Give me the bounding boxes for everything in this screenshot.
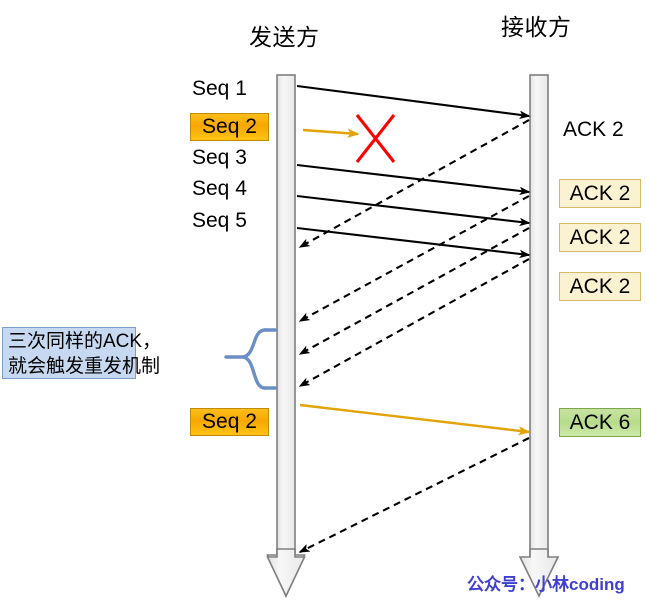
fast-retransmit-callout: 三次同样的ACK， 就会触发重发机制 xyxy=(2,327,162,379)
duplicate-ack-brace xyxy=(224,328,277,390)
arrow-seq4 xyxy=(296,194,531,227)
watermark-text: 公众号：小林coding xyxy=(467,575,625,594)
label-seq-2-retransmit[interactable]: Seq 2 xyxy=(190,408,269,436)
label-seq-5: Seq 5 xyxy=(192,209,247,232)
callout-line-1: 三次同样的ACK， xyxy=(8,331,162,352)
packet-lost-x-icon xyxy=(355,114,396,163)
label-seq-4: Seq 4 xyxy=(192,177,247,200)
sender-title: 发送方 xyxy=(249,24,320,50)
diagram-canvas: 发送方 接收方 Seq 1 Seq 2 Seq 3 Seq 4 Seq 5 Se… xyxy=(0,0,647,602)
arrow-ack6 xyxy=(298,437,530,553)
arrow-seq3 xyxy=(296,163,531,196)
arrow-seq5 xyxy=(296,226,531,259)
arrow-ack2-d xyxy=(298,258,530,387)
sender-lifeline xyxy=(266,74,306,598)
label-ack-6[interactable]: ACK 6 xyxy=(559,408,641,437)
diagram-vector-layer xyxy=(224,74,560,598)
receiver-lifeline xyxy=(518,74,560,598)
arrow-ack2-c xyxy=(298,227,530,355)
arrow-ack2-b xyxy=(298,195,530,322)
arrow-seq2-lost xyxy=(302,128,360,138)
arrow-seq2-retransmit xyxy=(299,403,531,436)
label-seq-1: Seq 1 xyxy=(192,77,247,100)
arrow-seq1 xyxy=(296,84,531,119)
label-seq-3: Seq 3 xyxy=(192,146,247,169)
callout-line-2: 就会触发重发机制 xyxy=(8,356,161,377)
label-ack-2-dup-2[interactable]: ACK 2 xyxy=(559,223,641,252)
label-ack-2-first: ACK 2 xyxy=(563,118,624,141)
message-arrows-data xyxy=(296,84,531,259)
message-arrows-ack xyxy=(298,119,530,553)
label-ack-2-dup-3[interactable]: ACK 2 xyxy=(559,272,641,301)
arrow-ack2-a xyxy=(298,119,530,248)
label-ack-2-dup-1[interactable]: ACK 2 xyxy=(559,179,641,208)
receiver-title: 接收方 xyxy=(501,14,572,40)
label-seq-2-lost[interactable]: Seq 2 xyxy=(190,113,269,141)
